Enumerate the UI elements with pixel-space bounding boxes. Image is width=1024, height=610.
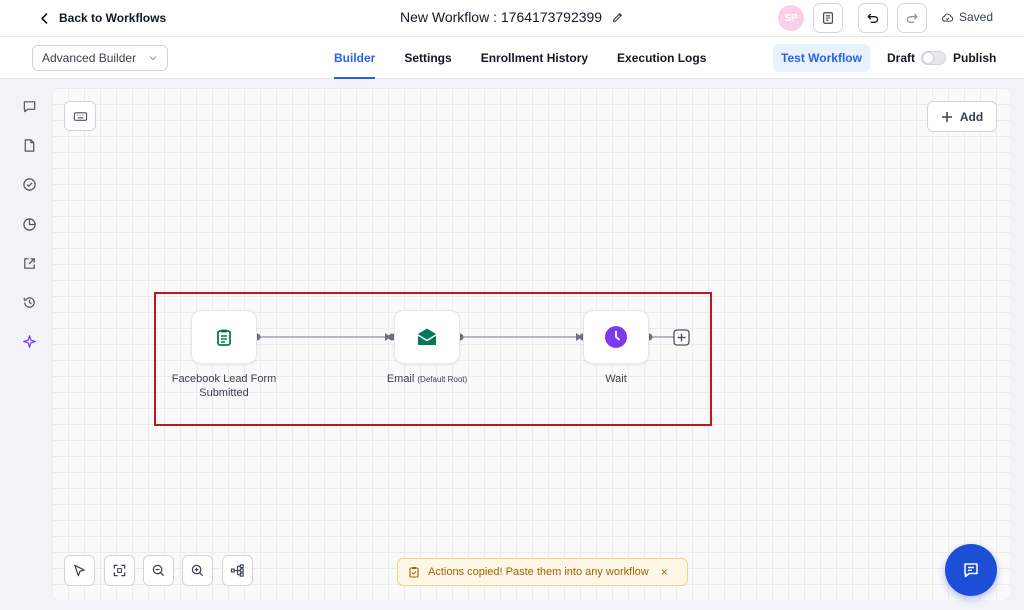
wait-node-label: Wait <box>605 373 627 385</box>
trigger-node[interactable] <box>191 310 257 364</box>
email-node-suffix: (Default Root) <box>417 375 468 384</box>
workflow-title[interactable]: New Workflow : 1764173792399 <box>400 9 624 25</box>
back-to-workflows-link[interactable]: Back to Workflows <box>38 8 166 28</box>
edit-pencil-icon[interactable] <box>611 11 624 24</box>
chevron-down-icon <box>149 56 157 61</box>
pointer-tool-button[interactable] <box>64 555 95 586</box>
expand-icon <box>113 564 126 577</box>
builder-mode-select[interactable]: Advanced Builder <box>32 45 168 71</box>
zoom-out-button[interactable] <box>143 555 174 586</box>
cursor-icon <box>74 564 85 577</box>
email-node-label: Email (Default Root) <box>372 372 482 387</box>
document-icon[interactable] <box>20 136 38 154</box>
left-sidebar <box>0 79 52 610</box>
tab-settings[interactable]: Settings <box>404 37 451 79</box>
workflow-title-text: New Workflow : 1764173792399 <box>400 9 603 25</box>
clock-icon <box>605 326 627 348</box>
tab-builder[interactable]: Builder <box>334 37 376 79</box>
clipboard-icon <box>217 329 231 346</box>
check-circle-icon[interactable] <box>20 175 38 193</box>
copied-toast: Actions copied! Paste them into any work… <box>397 558 688 586</box>
document-list-icon <box>823 12 833 24</box>
publish-label: Publish <box>953 51 997 65</box>
test-workflow-button[interactable]: Test Workflow <box>773 44 870 72</box>
redo-button[interactable] <box>897 3 927 33</box>
external-link-icon[interactable] <box>20 254 38 272</box>
tree-layout-icon <box>230 564 244 577</box>
chat-button[interactable] <box>945 544 997 596</box>
tab-bar: Builder Settings Enrollment History Exec… <box>334 37 735 79</box>
auto-layout-button[interactable] <box>222 555 253 586</box>
clipboard-small-icon <box>409 567 419 578</box>
builder-mode-value: Advanced Builder <box>42 51 137 65</box>
saved-label: Saved <box>959 10 994 24</box>
zoom-out-icon <box>152 564 165 577</box>
toast-message: Actions copied! Paste them into any work… <box>428 566 649 578</box>
draft-label: Draft <box>887 51 916 65</box>
workflow-canvas[interactable]: Add Facebook Lead Form Submitted Email (… <box>52 88 1010 600</box>
wait-node[interactable] <box>583 310 649 364</box>
email-node-name: Email <box>386 373 415 385</box>
zoom-in-icon <box>191 564 204 577</box>
add-step-plus-icon[interactable] <box>673 329 690 346</box>
back-label: Back to Workflows <box>59 11 167 25</box>
fit-view-button[interactable] <box>104 555 135 586</box>
undo-icon <box>867 13 879 23</box>
history-icon[interactable] <box>20 293 38 311</box>
toast-close-icon[interactable]: × <box>661 565 668 579</box>
redo-icon <box>906 13 918 23</box>
sparkle-icon[interactable] <box>20 332 38 350</box>
avatar[interactable]: SP <box>778 5 804 31</box>
top-bar: Back to Workflows New Workflow : 1764173… <box>0 0 1024 37</box>
workflow-notes-button[interactable] <box>813 3 843 33</box>
cloud-check-icon <box>942 13 954 22</box>
chat-icon <box>964 563 978 578</box>
envelope-icon <box>417 328 437 345</box>
trigger-node-label: Facebook Lead Form Submitted <box>171 373 277 399</box>
pie-chart-icon[interactable] <box>20 215 38 233</box>
email-node[interactable] <box>394 310 460 364</box>
undo-button[interactable] <box>858 3 888 33</box>
message-icon[interactable] <box>20 97 38 115</box>
chevron-left-icon <box>41 12 48 24</box>
nav-bar: Advanced Builder Builder Settings Enroll… <box>0 37 1024 79</box>
zoom-in-button[interactable] <box>182 555 213 586</box>
tab-enrollment-history[interactable]: Enrollment History <box>481 37 588 79</box>
tab-execution-logs[interactable]: Execution Logs <box>617 37 706 79</box>
publish-toggle[interactable] <box>921 51 946 65</box>
saved-status: Saved <box>941 10 993 24</box>
